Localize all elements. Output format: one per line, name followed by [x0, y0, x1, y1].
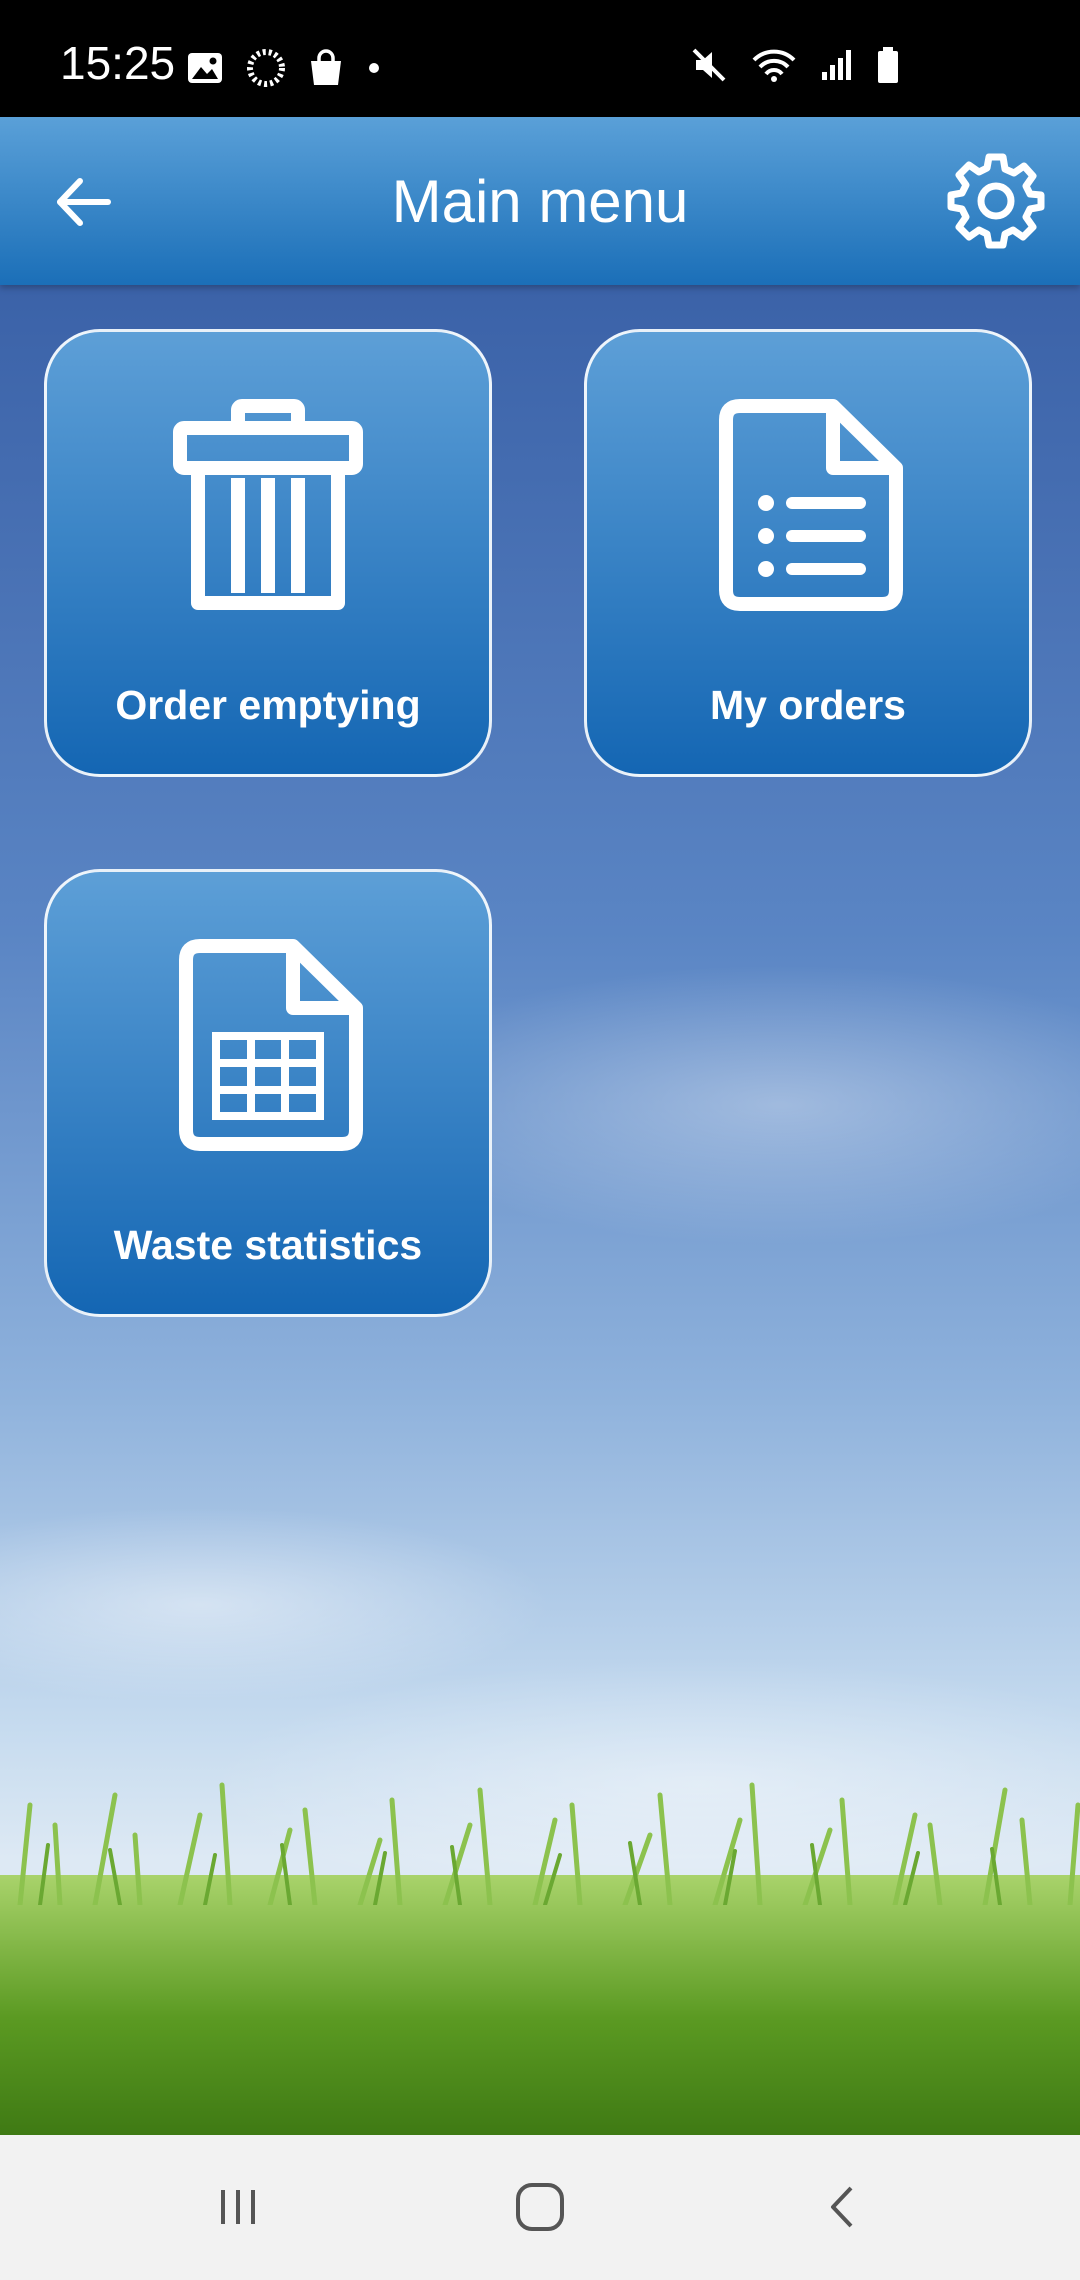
mute-icon	[692, 48, 726, 82]
grass-background	[0, 1782, 1080, 2135]
wifi-icon	[752, 49, 796, 82]
loading-icon	[247, 49, 285, 87]
battery-icon	[878, 47, 898, 83]
spreadsheet-icon	[179, 939, 363, 1151]
tile-label: Waste statistics	[113, 1222, 423, 1268]
waste-statistics-tile[interactable]: Waste statistics	[44, 869, 492, 1317]
status-right-icons	[690, 46, 900, 84]
document-list-icon	[719, 399, 903, 611]
back-icon	[831, 2186, 853, 2228]
recent-apps-button[interactable]	[208, 2177, 268, 2237]
status-bar: 15:25	[0, 0, 1080, 117]
tile-label: Order emptying	[115, 682, 421, 728]
settings-button[interactable]	[946, 151, 1046, 251]
order-emptying-tile[interactable]: Order emptying	[44, 329, 492, 777]
my-orders-tile[interactable]: My orders	[584, 329, 1032, 777]
tile-label: My orders	[710, 682, 906, 728]
status-left-icons	[186, 48, 382, 88]
main-content: Order emptying My orders Waste statistic…	[0, 285, 1080, 2135]
app-bar: Main menu	[0, 117, 1080, 285]
navigation-bar	[0, 2135, 1080, 2280]
shopping-bag-icon	[311, 49, 341, 85]
home-button[interactable]	[510, 2177, 570, 2237]
trash-can-icon	[173, 399, 363, 610]
image-icon	[188, 53, 222, 83]
dot-icon	[369, 63, 379, 73]
gear-icon	[947, 153, 1045, 249]
page-title: Main menu	[391, 168, 689, 235]
status-time: 15:25	[60, 37, 176, 89]
signal-icon	[822, 50, 851, 80]
grass-blades	[17, 1782, 1080, 1905]
recent-apps-icon	[221, 2190, 255, 2224]
home-icon	[516, 2183, 564, 2231]
nav-back-button[interactable]	[814, 2177, 874, 2237]
